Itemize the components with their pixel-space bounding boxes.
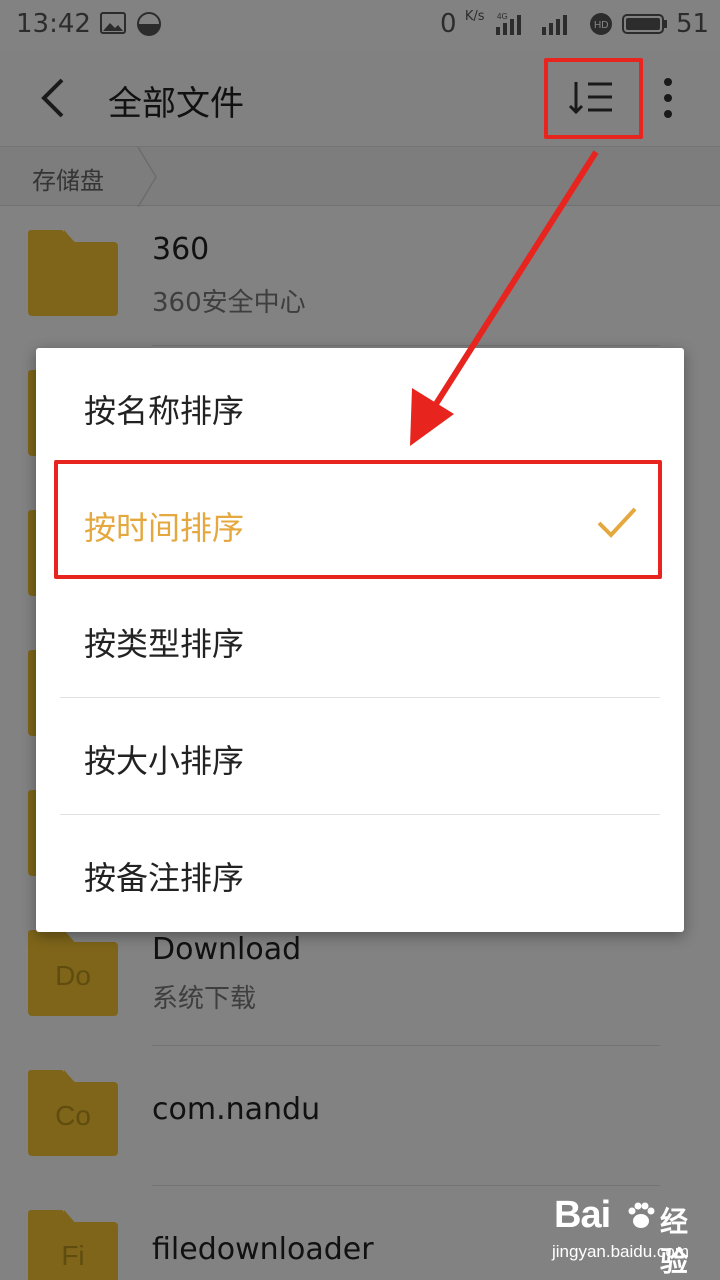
menu-item-label: 按类型排序 xyxy=(84,625,245,663)
menu-item-label: 按名称排序 xyxy=(84,392,245,430)
watermark-logo: Bai xyxy=(554,1194,611,1236)
menu-item-label: 按备注排序 xyxy=(84,859,245,897)
watermark-cn: 经验 xyxy=(660,1205,689,1278)
sort-by-size[interactable]: 按大小排序 xyxy=(36,698,684,815)
annotation-highlight-menu-item xyxy=(54,460,662,579)
screen: 13:42 0 K/s 4G HD 51 全部文件 存储盘 360 360安全中… xyxy=(0,0,720,1280)
menu-item-label: 按大小排序 xyxy=(84,742,245,780)
watermark-url: jingyan.baidu.com xyxy=(552,1242,690,1261)
sort-by-type[interactable]: 按类型排序 xyxy=(36,581,684,698)
sort-by-note[interactable]: 按备注排序 xyxy=(36,815,684,932)
annotation-highlight-sort xyxy=(544,58,643,139)
sort-by-name[interactable]: 按名称排序 xyxy=(36,348,684,465)
baidu-jingyan-watermark: Bai 经验 jingyan.baidu.com xyxy=(548,1192,714,1278)
sort-menu: 按名称排序 按时间排序 按类型排序 按大小排序 按备注排序 xyxy=(36,348,684,932)
paw-icon xyxy=(628,1202,655,1228)
